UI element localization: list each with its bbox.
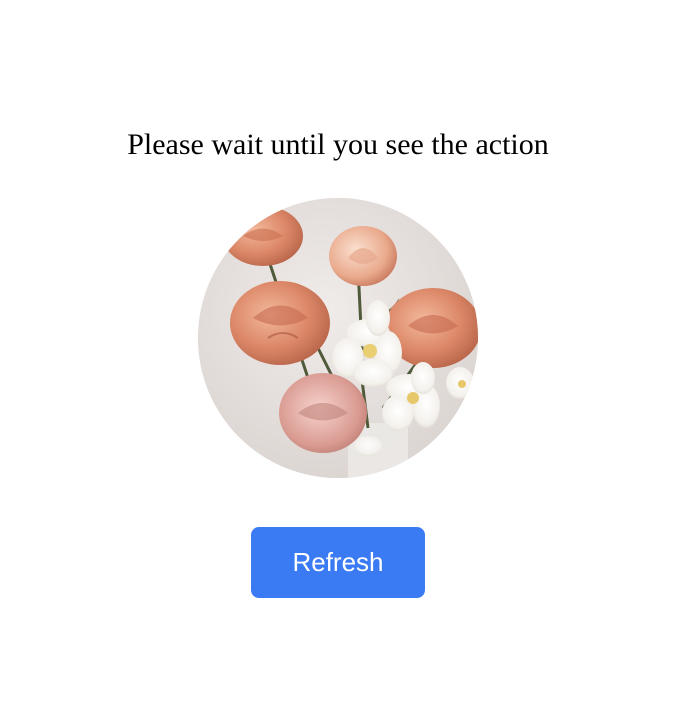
- refresh-button[interactable]: Refresh: [251, 527, 425, 598]
- flower-photo: [198, 198, 478, 478]
- page: Please wait until you see the action Ref…: [0, 0, 698, 708]
- page-heading: Please wait until you see the action: [127, 128, 549, 161]
- flower-bouquet-illustration: [198, 198, 478, 478]
